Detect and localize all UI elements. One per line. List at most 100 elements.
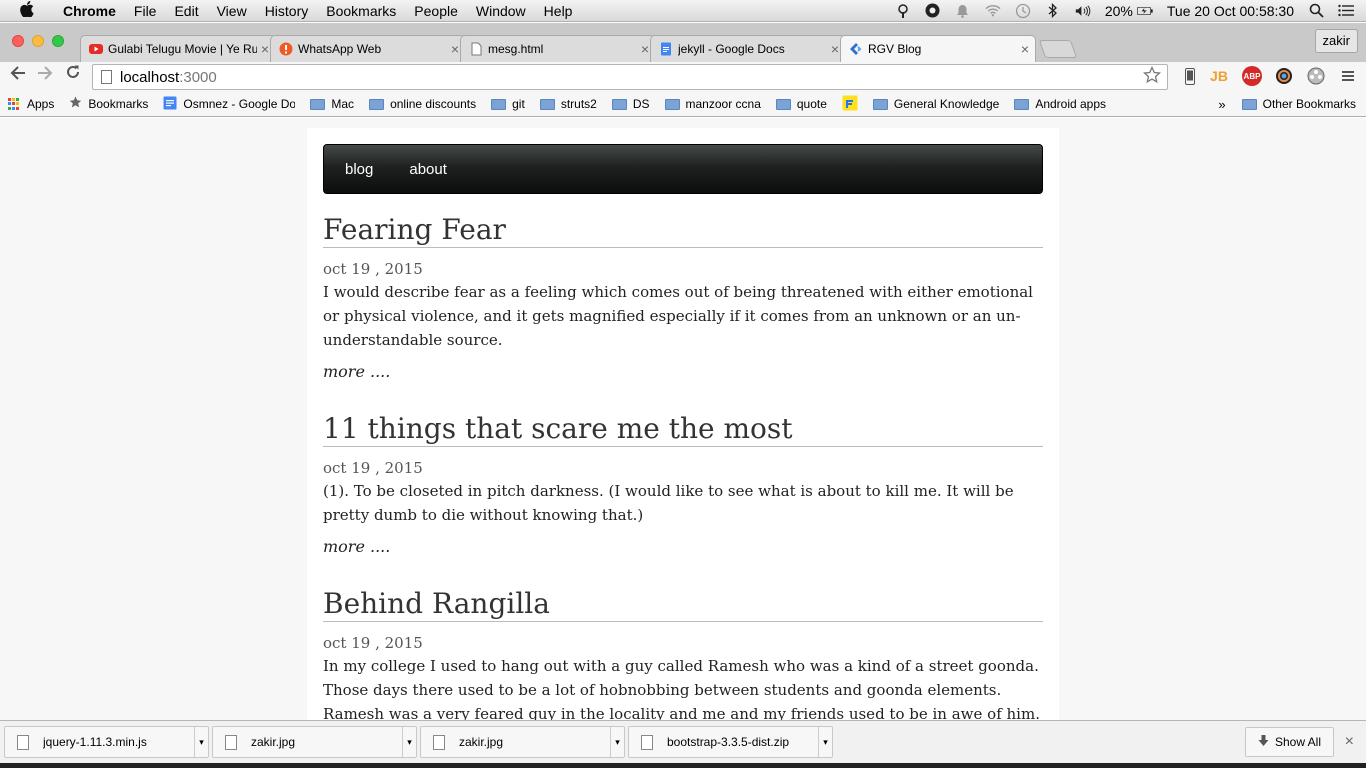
nav-link-blog[interactable]: blog bbox=[345, 161, 373, 178]
volume-icon[interactable] bbox=[1075, 3, 1091, 19]
chevron-down-icon[interactable]: ▾ bbox=[194, 727, 208, 757]
bookmark-label: manzoor ccna bbox=[685, 97, 761, 111]
spotlight-search-icon[interactable] bbox=[1308, 3, 1324, 19]
mobile-device-icon[interactable] bbox=[1180, 66, 1200, 86]
post-title[interactable]: Fearing Fear bbox=[323, 212, 1043, 248]
read-more-link[interactable]: more .... bbox=[323, 362, 1043, 381]
menu-app-name[interactable]: Chrome bbox=[54, 3, 125, 19]
folder-icon bbox=[1014, 98, 1030, 110]
bookmarks-right: » Other Bookmarks bbox=[1218, 97, 1366, 112]
bookmark-folder-online-discounts[interactable]: online discounts bbox=[369, 97, 476, 111]
tab-close-icon[interactable]: × bbox=[261, 41, 269, 57]
bookmark-folder-ds[interactable]: DS bbox=[611, 97, 650, 111]
reload-icon[interactable] bbox=[59, 64, 87, 85]
folder-icon bbox=[491, 98, 507, 110]
download-item[interactable]: jquery-1.11.3.min.js ▾ bbox=[4, 726, 209, 758]
download-filename: zakir.jpg bbox=[459, 735, 504, 749]
forward-arrow-icon[interactable] bbox=[31, 64, 59, 85]
menu-history[interactable]: History bbox=[256, 3, 318, 19]
read-more-link[interactable]: more .... bbox=[323, 537, 1043, 556]
color-picker-extension-icon[interactable] bbox=[1274, 66, 1294, 86]
folder-icon bbox=[664, 98, 680, 110]
tab-title: RGV Blog bbox=[868, 42, 922, 56]
tab-title: jekyll - Google Docs bbox=[678, 42, 785, 56]
bookmark-folder-manzoor-ccna[interactable]: manzoor ccna bbox=[664, 97, 761, 111]
back-arrow-icon[interactable] bbox=[4, 64, 32, 85]
battery-status[interactable]: 20% bbox=[1105, 3, 1153, 19]
address-bar[interactable]: localhost:3000 bbox=[92, 64, 1168, 90]
post-excerpt: (1). To be closeted in pitch darkness. (… bbox=[323, 482, 1014, 524]
nav-link-about[interactable]: about bbox=[409, 161, 447, 178]
menu-people[interactable]: People bbox=[405, 3, 467, 19]
page-viewport: blog about Fearing Fear oct 19 , 2015 I … bbox=[0, 118, 1366, 720]
tab-close-icon[interactable]: × bbox=[451, 41, 459, 57]
tab-mesg-html[interactable]: mesg.html × bbox=[460, 35, 656, 62]
new-tab-button[interactable] bbox=[1038, 40, 1078, 58]
tab-close-icon[interactable]: × bbox=[641, 41, 649, 57]
folder-icon bbox=[872, 98, 888, 110]
menu-file[interactable]: File bbox=[125, 3, 166, 19]
bookmark-bookmarks[interactable]: Bookmarks bbox=[69, 96, 148, 112]
bookmark-label: struts2 bbox=[560, 97, 597, 111]
wifi-icon[interactable] bbox=[985, 3, 1001, 19]
bookmark-folder-git[interactable]: git bbox=[491, 97, 525, 111]
tab-strip: Gulabi Telugu Movie | Ye Ru × WhatsApp W… bbox=[0, 23, 1366, 62]
post-title[interactable]: Behind Rangilla bbox=[323, 586, 1043, 622]
close-icon[interactable]: × bbox=[1345, 733, 1354, 751]
profile-button[interactable]: zakir bbox=[1314, 29, 1358, 53]
menu-window[interactable]: Window bbox=[467, 3, 535, 19]
chevron-down-icon[interactable]: ▾ bbox=[818, 727, 832, 757]
bookmark-flipkart[interactable] bbox=[842, 95, 858, 114]
bookmarks-bar: Apps Bookmarks Osmnez - Google Do Mac on… bbox=[0, 92, 1366, 117]
tab-youtube[interactable]: Gulabi Telugu Movie | Ye Ru × bbox=[80, 35, 276, 62]
bookmark-osmnez-doc[interactable]: Osmnez - Google Do bbox=[163, 96, 295, 113]
bluetooth-icon[interactable] bbox=[1045, 3, 1061, 19]
jetbrains-extension-icon[interactable]: JB bbox=[1209, 66, 1229, 86]
notification-bell-icon[interactable] bbox=[955, 3, 971, 19]
tab-title: Gulabi Telugu Movie | Ye Ru bbox=[108, 42, 257, 56]
zoom-window-button[interactable] bbox=[52, 35, 64, 47]
folder-icon bbox=[775, 98, 791, 110]
download-item[interactable]: bootstrap-3.3.5-dist.zip ▾ bbox=[628, 726, 833, 758]
youtube-favicon-icon bbox=[89, 42, 103, 56]
bookmarks-overflow-chevron[interactable]: » bbox=[1218, 97, 1225, 112]
bookmark-apps[interactable]: Apps bbox=[8, 97, 54, 111]
chrome-menu-icon[interactable] bbox=[1338, 66, 1358, 86]
tab-rgv-blog[interactable]: RGV Blog × bbox=[840, 35, 1036, 62]
menu-bookmarks[interactable]: Bookmarks bbox=[317, 3, 405, 19]
tab-close-icon[interactable]: × bbox=[831, 41, 839, 57]
time-machine-icon[interactable] bbox=[1015, 3, 1031, 19]
notification-center-icon[interactable] bbox=[1338, 3, 1354, 19]
bookmark-folder-struts2[interactable]: struts2 bbox=[539, 97, 597, 111]
mac-menubar: Chrome File Edit View History Bookmarks … bbox=[0, 0, 1366, 22]
adblock-plus-extension-icon[interactable]: ABP bbox=[1242, 66, 1262, 86]
menu-edit[interactable]: Edit bbox=[165, 3, 207, 19]
apple-menu-icon[interactable] bbox=[0, 0, 54, 21]
menu-help[interactable]: Help bbox=[535, 3, 582, 19]
download-item[interactable]: zakir.jpg ▾ bbox=[420, 726, 625, 758]
airplay-icon[interactable] bbox=[895, 3, 911, 19]
page-icon bbox=[101, 70, 112, 84]
bookmark-folder-mac[interactable]: Mac bbox=[310, 97, 354, 111]
google-docs-favicon-icon bbox=[659, 42, 673, 56]
chevron-down-icon[interactable]: ▾ bbox=[402, 727, 416, 757]
download-item[interactable]: zakir.jpg ▾ bbox=[212, 726, 417, 758]
chevron-down-icon[interactable]: ▾ bbox=[610, 727, 624, 757]
bookmark-folder-general-knowledge[interactable]: General Knowledge bbox=[872, 97, 999, 111]
close-window-button[interactable] bbox=[12, 35, 24, 47]
tab-close-icon[interactable]: × bbox=[1021, 41, 1029, 57]
bookmark-folder-other[interactable]: Other Bookmarks bbox=[1241, 97, 1356, 111]
bookmark-label: Osmnez - Google Do bbox=[183, 97, 296, 111]
film-reel-extension-icon[interactable] bbox=[1306, 66, 1326, 86]
bookmark-folder-android-apps[interactable]: Android apps bbox=[1014, 97, 1106, 111]
menu-view[interactable]: View bbox=[208, 3, 256, 19]
show-all-downloads-button[interactable]: Show All bbox=[1244, 727, 1334, 757]
post-title[interactable]: 11 things that scare me the most bbox=[323, 411, 1043, 447]
minimize-window-button[interactable] bbox=[32, 35, 44, 47]
clock[interactable]: Tue 20 Oct 00:58:30 bbox=[1167, 3, 1294, 19]
bookmark-folder-quote[interactable]: quote bbox=[775, 97, 827, 111]
bookmark-star-icon[interactable] bbox=[1142, 65, 1162, 89]
opera-icon[interactable] bbox=[925, 3, 941, 19]
tab-whatsapp[interactable]: WhatsApp Web × bbox=[270, 35, 466, 62]
tab-google-docs[interactable]: jekyll - Google Docs × bbox=[650, 35, 846, 62]
